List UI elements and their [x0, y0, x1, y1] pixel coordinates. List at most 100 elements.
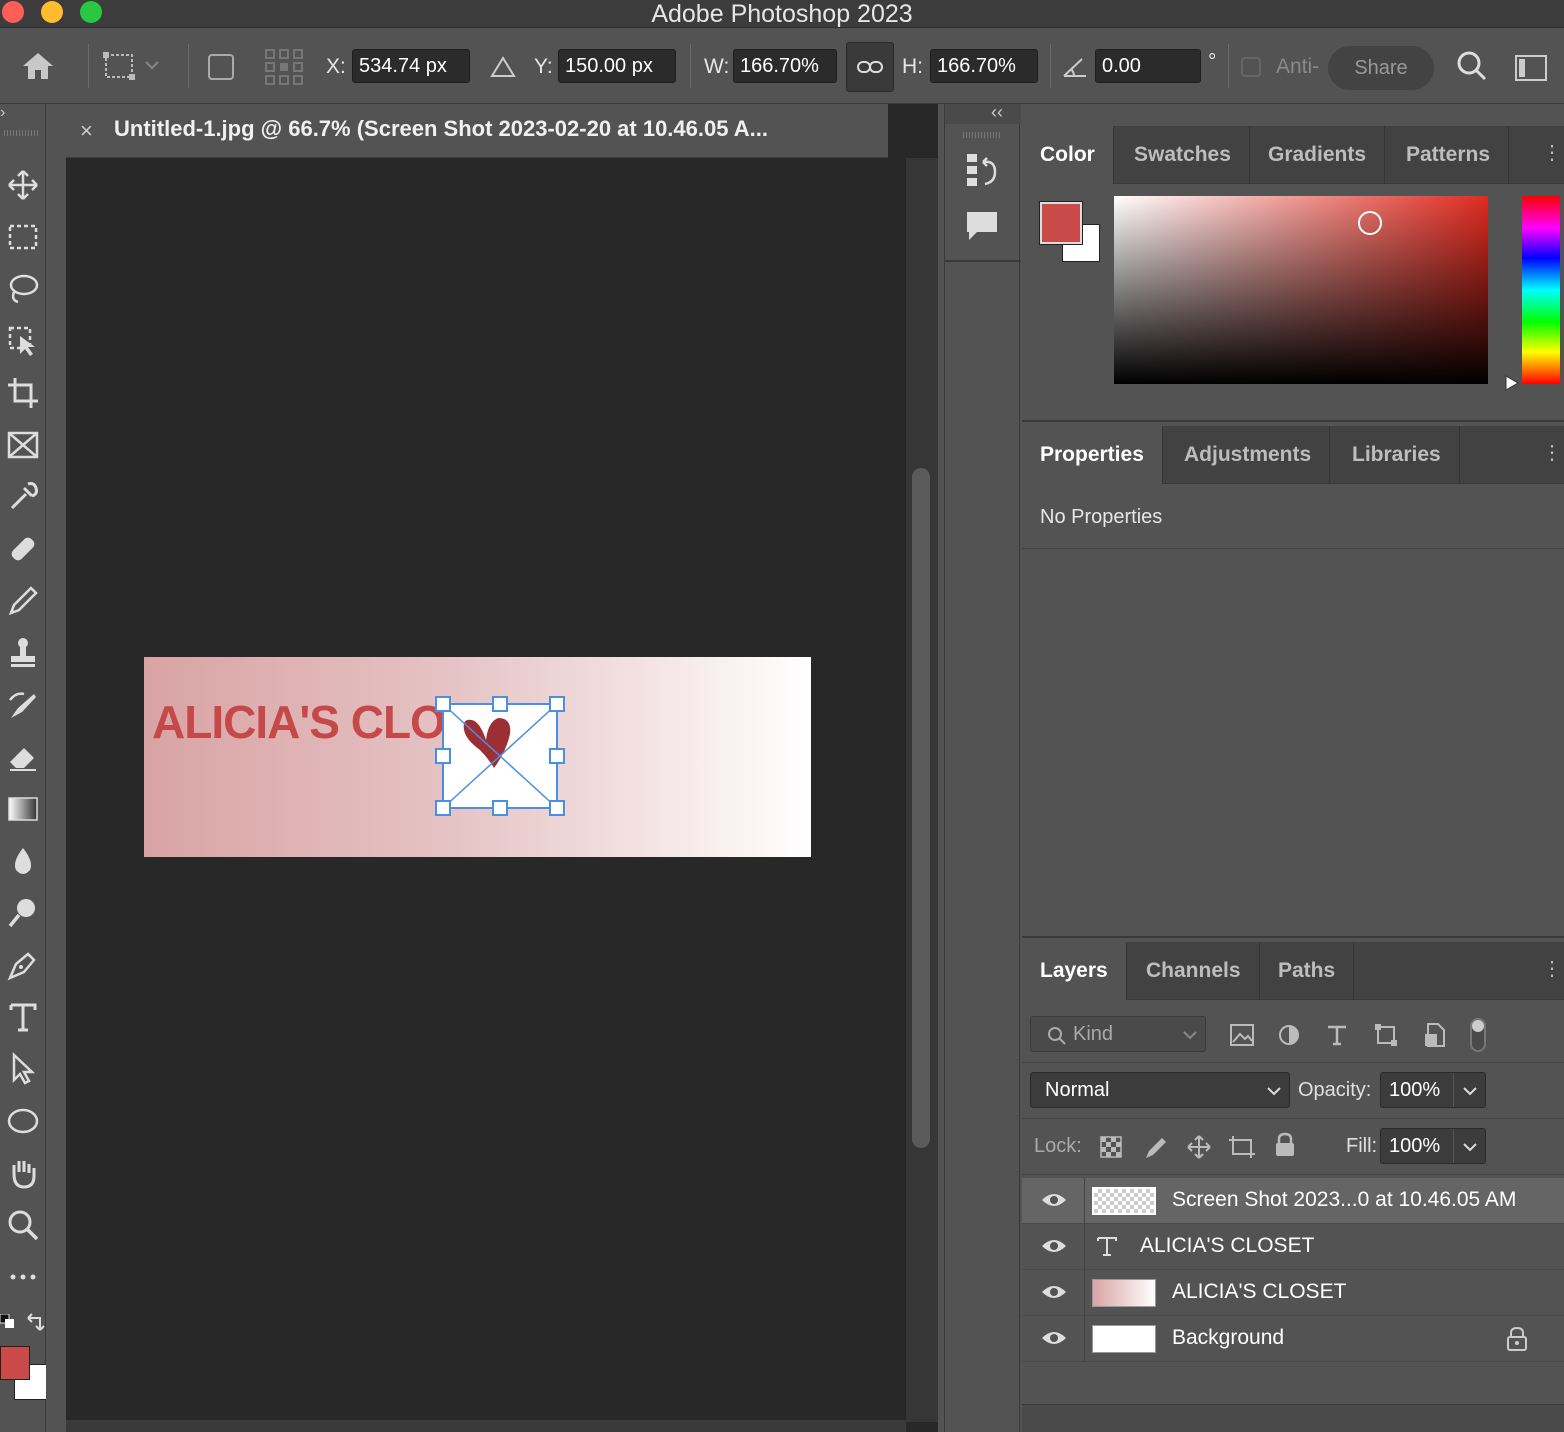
window-titlebar: Adobe Photoshop 2023: [0, 0, 1564, 28]
visibility-eye-icon[interactable]: [1040, 1236, 1068, 1256]
link-icon[interactable]: [846, 42, 894, 92]
marquee-tool-icon[interactable]: [2, 216, 44, 258]
lasso-tool-icon[interactable]: [2, 268, 44, 310]
fill-field[interactable]: 100%: [1380, 1128, 1486, 1164]
lock-transparent-pixels-icon[interactable]: [1100, 1136, 1122, 1163]
document-tab[interactable]: × Untitled-1.jpg @ 66.7% (Screen Shot 20…: [66, 104, 888, 158]
reference-point-grid-icon[interactable]: [264, 48, 304, 91]
transform-bounding-box[interactable]: [435, 696, 565, 816]
layer-thumbnail-smart-object: [1092, 1187, 1156, 1215]
default-colors-icon[interactable]: [0, 1313, 14, 1328]
width-field[interactable]: 166.70%: [733, 49, 837, 83]
reference-point-checkbox[interactable]: [208, 54, 234, 80]
hand-tool-icon[interactable]: [2, 1152, 44, 1194]
layer-row-gradient[interactable]: ALICIA'S CLOSET: [1022, 1270, 1564, 1316]
properties-panel-menu-icon[interactable]: ⋮: [1542, 440, 1562, 465]
gradient-tool-icon[interactable]: [2, 788, 44, 830]
swap-colors-icon[interactable]: [24, 1312, 46, 1339]
lock-position-icon[interactable]: [1186, 1134, 1212, 1165]
layer-row-text[interactable]: ALICIA'S CLOSET: [1022, 1224, 1564, 1270]
visibility-eye-icon[interactable]: [1040, 1190, 1068, 1210]
color-picker-cursor[interactable]: [1358, 211, 1382, 235]
toolbar-grip[interactable]: [4, 130, 40, 136]
tab-layers[interactable]: Layers: [1022, 942, 1127, 1000]
foreground-color-swatch[interactable]: [0, 1346, 30, 1380]
zoom-tool-icon[interactable]: [2, 1204, 44, 1246]
lock-all-icon[interactable]: [1274, 1132, 1296, 1163]
brush-tool-icon[interactable]: [2, 580, 44, 622]
lock-label: Lock:: [1034, 1135, 1082, 1157]
clone-stamp-tool-icon[interactable]: [2, 632, 44, 674]
filter-type-layers-icon[interactable]: [1326, 1024, 1348, 1051]
eraser-tool-icon[interactable]: [2, 736, 44, 778]
frame-tool-icon[interactable]: [2, 424, 44, 466]
lock-image-pixels-icon[interactable]: [1144, 1136, 1168, 1165]
collapse-panels-icon[interactable]: ‹‹: [991, 102, 1003, 123]
y-position-field[interactable]: 150.00 px: [558, 49, 676, 83]
search-icon[interactable]: [1456, 50, 1488, 87]
pen-tool-icon[interactable]: [2, 944, 44, 986]
panel-foreground-color-swatch[interactable]: [1039, 201, 1083, 245]
chevron-down-icon[interactable]: [1463, 1087, 1477, 1096]
layer-row-background[interactable]: Background: [1022, 1316, 1564, 1362]
tab-patterns[interactable]: Patterns: [1388, 126, 1510, 184]
transform-tool-icon[interactable]: [102, 50, 162, 87]
healing-brush-tool-icon[interactable]: [2, 528, 44, 570]
tab-swatches[interactable]: Swatches: [1116, 126, 1250, 184]
relative-position-icon[interactable]: [490, 56, 516, 83]
eyedropper-tool-icon[interactable]: [2, 476, 44, 518]
filter-adjustment-layers-icon[interactable]: [1278, 1024, 1300, 1051]
x-position-field[interactable]: 534.74 px: [352, 49, 470, 83]
chevron-down-icon[interactable]: [1463, 1143, 1477, 1152]
canvas-brand-text: ALICIA'S CLO: [152, 696, 446, 748]
layers-panel-tabs: Layers Channels Paths ⋮: [1022, 942, 1564, 1000]
anti-alias-checkbox[interactable]: [1241, 57, 1261, 77]
scrollbar-thumb[interactable]: [912, 468, 930, 1148]
expand-panel-chevron-icon[interactable]: ›: [0, 104, 5, 122]
ellipse-tool-icon[interactable]: [2, 1100, 44, 1142]
home-icon[interactable]: [20, 50, 56, 87]
blur-tool-icon[interactable]: [2, 840, 44, 882]
comments-panel-icon[interactable]: [965, 210, 999, 247]
layer-row-smart-object[interactable]: Screen Shot 2023...0 at 10.46.05 AM: [1022, 1178, 1564, 1224]
history-brush-tool-icon[interactable]: [2, 684, 44, 726]
move-tool-icon[interactable]: [2, 164, 44, 206]
tab-channels[interactable]: Channels: [1128, 942, 1260, 1000]
tab-paths[interactable]: Paths: [1260, 942, 1355, 1000]
tab-color[interactable]: Color: [1022, 126, 1114, 184]
blend-mode-select[interactable]: Normal: [1030, 1072, 1290, 1108]
close-document-icon[interactable]: ×: [80, 118, 93, 144]
opacity-field[interactable]: 100%: [1380, 1072, 1486, 1108]
lock-artboard-icon[interactable]: [1228, 1134, 1256, 1165]
hue-slider[interactable]: [1522, 196, 1560, 384]
layer-lock-icon[interactable]: [1506, 1326, 1528, 1352]
dock-grip[interactable]: [963, 132, 1001, 138]
color-panel-menu-icon[interactable]: ⋮: [1542, 140, 1562, 165]
more-tools-icon[interactable]: [2, 1256, 44, 1298]
visibility-eye-icon[interactable]: [1040, 1282, 1068, 1302]
vertical-scrollbar[interactable]: [906, 158, 938, 1422]
color-picker-field[interactable]: [1114, 196, 1488, 384]
visibility-eye-icon[interactable]: [1040, 1328, 1068, 1348]
dodge-tool-icon[interactable]: [2, 892, 44, 934]
filter-shape-layers-icon[interactable]: [1374, 1024, 1398, 1051]
height-field[interactable]: 166.70%: [930, 49, 1038, 83]
workspace-icon[interactable]: [1514, 54, 1548, 87]
filter-pixel-layers-icon[interactable]: [1230, 1024, 1254, 1051]
tab-gradients[interactable]: Gradients: [1250, 126, 1386, 184]
type-tool-icon[interactable]: [2, 996, 44, 1038]
tab-libraries[interactable]: Libraries: [1334, 426, 1460, 484]
tab-properties[interactable]: Properties: [1022, 426, 1163, 484]
rotation-angle-field[interactable]: 0.00: [1095, 49, 1201, 83]
hue-slider-handle-icon[interactable]: [1504, 374, 1520, 397]
path-selection-tool-icon[interactable]: [2, 1048, 44, 1090]
filter-smart-objects-icon[interactable]: [1424, 1022, 1446, 1053]
object-selection-tool-icon[interactable]: [2, 320, 44, 362]
crop-tool-icon[interactable]: [2, 372, 44, 414]
filter-toggle-switch[interactable]: [1470, 1018, 1486, 1052]
share-button[interactable]: Share: [1328, 46, 1434, 90]
layer-filter-dropdown[interactable]: Kind: [1030, 1016, 1206, 1052]
history-panel-icon[interactable]: [965, 152, 999, 193]
layers-panel-menu-icon[interactable]: ⋮: [1542, 956, 1562, 981]
tab-adjustments[interactable]: Adjustments: [1166, 426, 1331, 484]
